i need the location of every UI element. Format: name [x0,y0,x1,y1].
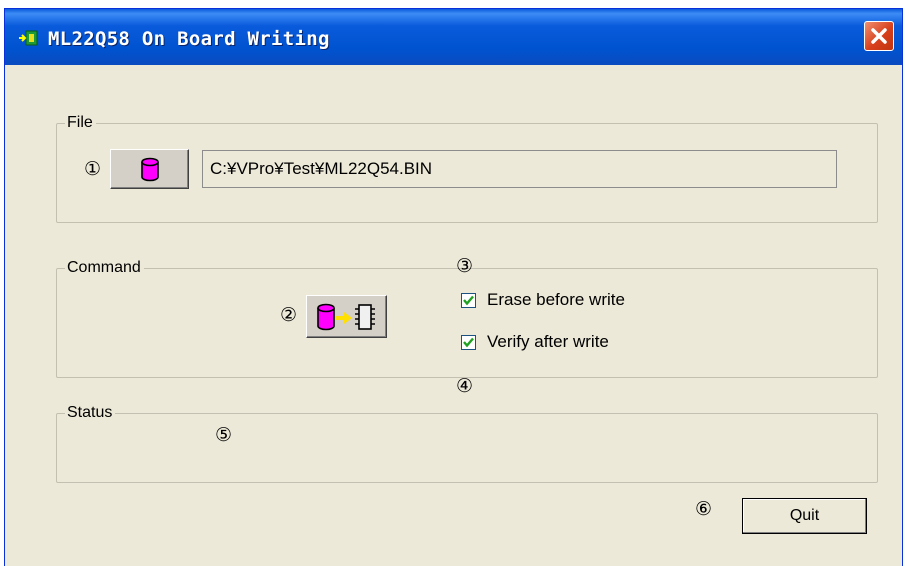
quit-button[interactable]: Quit [742,498,867,534]
status-marker: ⑤ [215,424,233,446]
title-bar[interactable]: ML22Q58 On Board Writing [5,9,902,65]
write-button[interactable] [306,295,387,338]
quit-marker: ⑥ [695,498,713,520]
command-group-label: Command [65,259,144,277]
app-icon [19,30,38,46]
command-group: Command [56,259,878,378]
database-icon [141,157,159,182]
dialog-client: File ① C:¥VPro¥Test¥ML22Q54.BIN Command … [5,65,902,566]
verify-label[interactable]: Verify after write [487,332,609,352]
file-path-field[interactable]: C:¥VPro¥Test¥ML22Q54.BIN [202,150,837,188]
write-to-chip-icon [317,303,375,331]
status-group: Status [56,404,878,483]
check-mark-icon [463,295,474,306]
write-marker: ② [280,304,298,326]
browse-file-button[interactable] [110,149,189,189]
erase-label[interactable]: Erase before write [487,290,625,310]
close-icon [871,28,887,44]
file-marker: ① [84,158,102,180]
close-button[interactable] [864,21,894,51]
check-mark-icon [463,337,474,348]
erase-checkbox[interactable] [461,293,476,308]
dialog-window: ML22Q58 On Board Writing File ① C:¥VPro¥… [4,8,903,566]
window-title: ML22Q58 On Board Writing [48,28,330,50]
status-group-label: Status [65,404,116,422]
checks-marker-top: ③ [456,255,474,277]
checks-marker-bottom: ④ [456,375,474,397]
file-group-label: File [65,114,96,132]
verify-checkbox[interactable] [461,335,476,350]
